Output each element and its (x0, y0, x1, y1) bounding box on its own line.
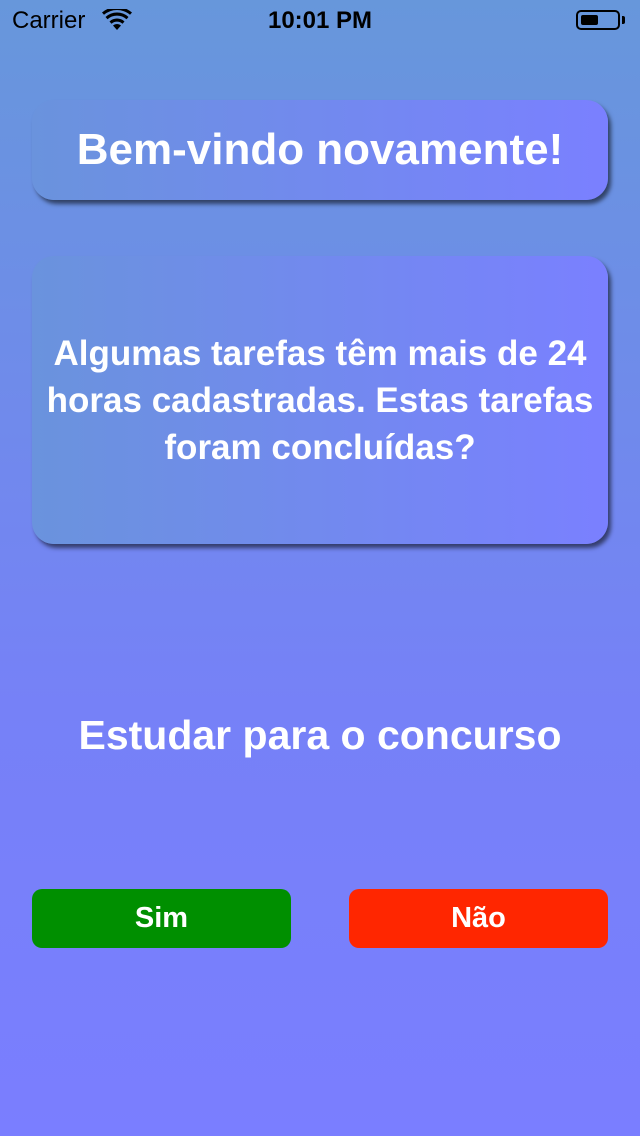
battery-icon (576, 10, 620, 30)
battery-cap (622, 16, 625, 24)
no-button[interactable]: Não (349, 889, 608, 948)
question-text: Algumas tarefas têm mais de 24 horas cad… (46, 333, 594, 467)
status-bar: Carrier 10:01 PM (0, 0, 640, 40)
battery-level-fill (581, 15, 598, 25)
yes-button[interactable]: Sim (32, 889, 291, 948)
clock-time: 10:01 PM (267, 7, 373, 34)
task-name: Estudar para o concurso (78, 712, 562, 758)
welcome-title: Bem-vindo novamente! (76, 125, 564, 174)
welcome-card: Bem-vindo novamente! (32, 100, 608, 200)
question-card: Algumas tarefas têm mais de 24 horas cad… (32, 256, 608, 544)
